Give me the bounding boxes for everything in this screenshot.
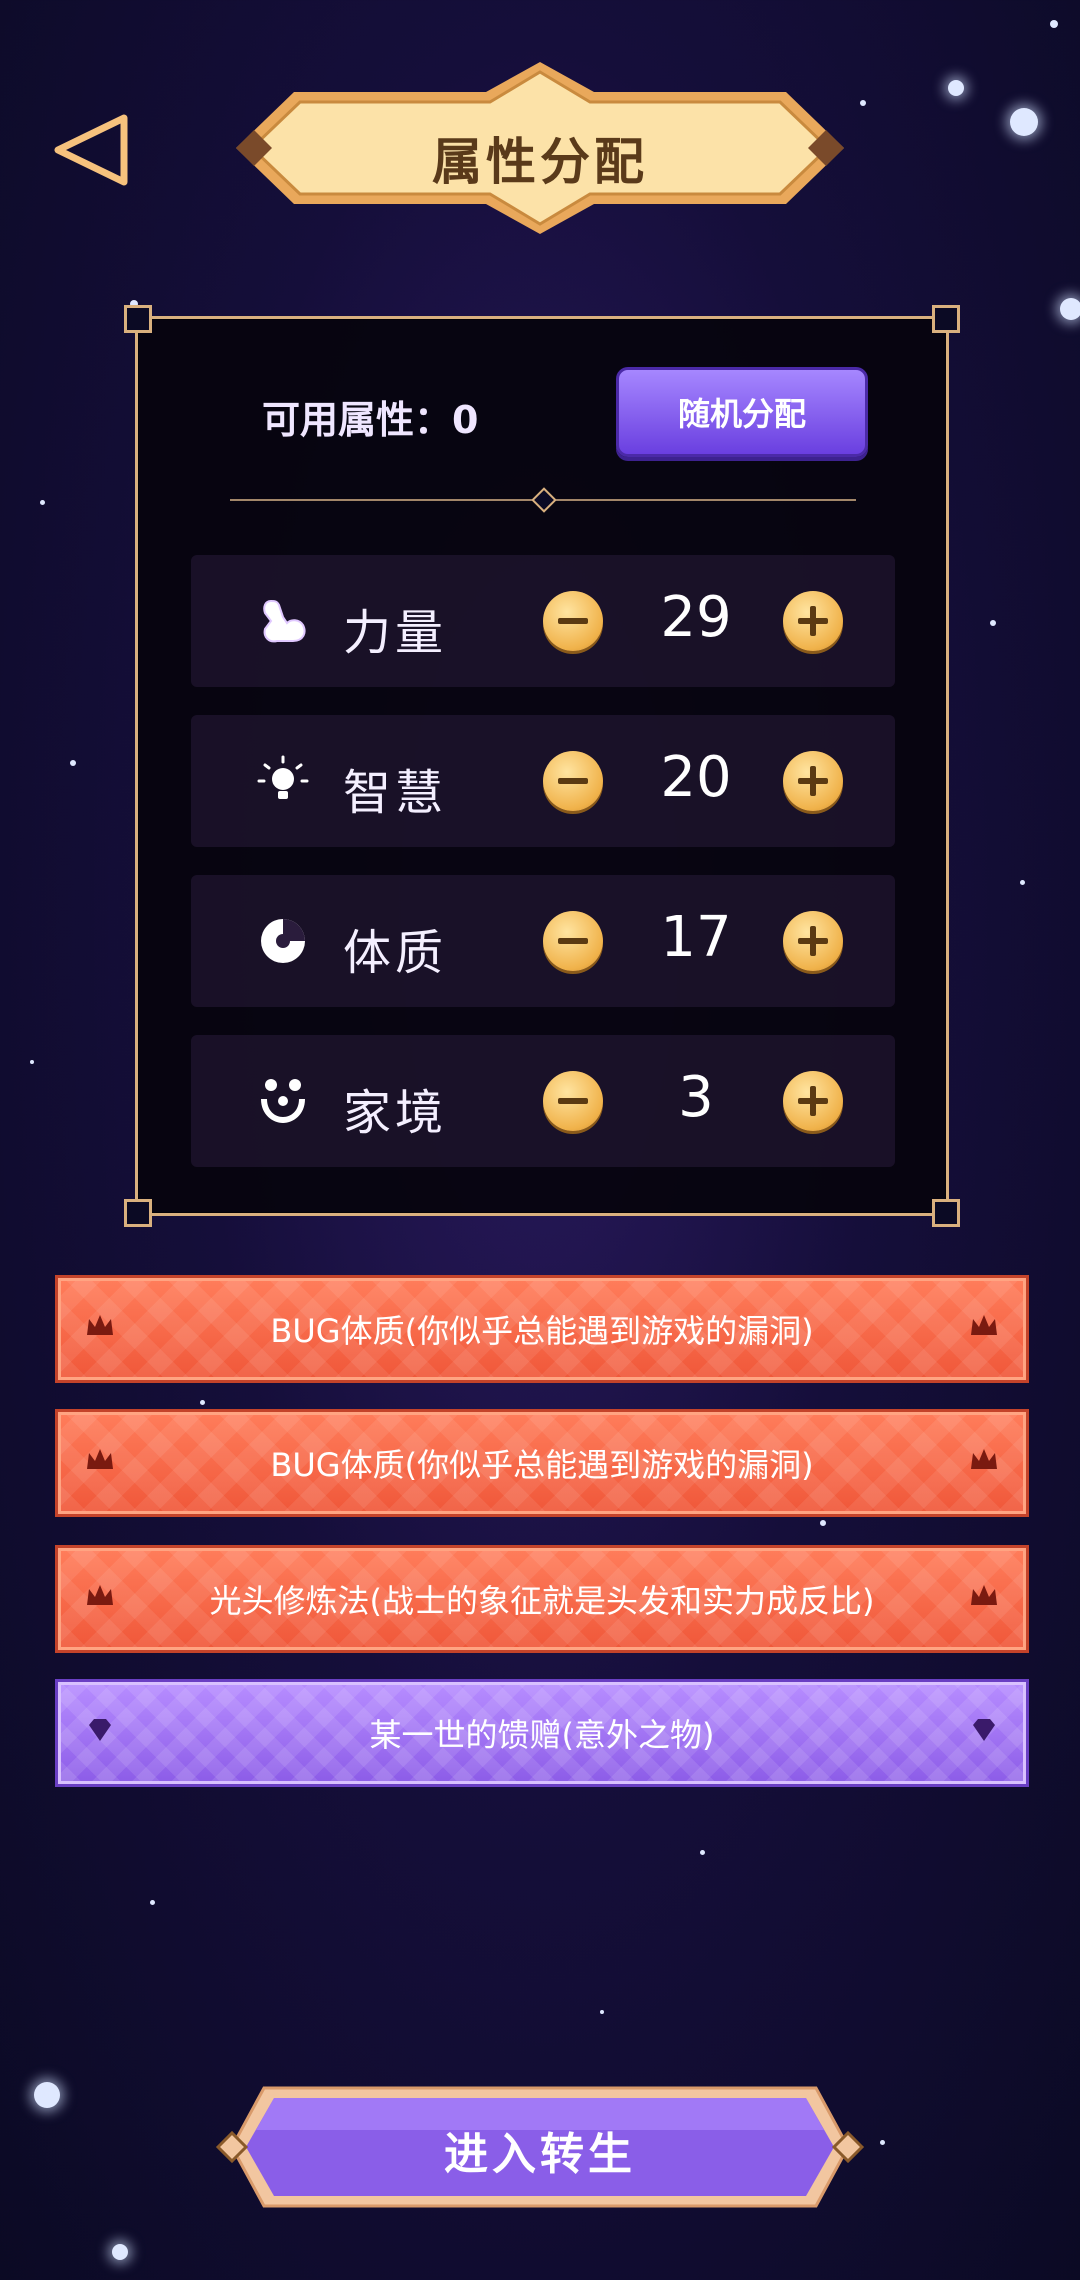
page-title: 属性分配 [432,133,648,191]
trait-item[interactable]: 光头修炼法(战士的象征就是头发和实力成反比) [58,1548,1026,1650]
crown-icon [87,1585,113,1605]
increase-button[interactable] [783,751,843,811]
attribute-panel: 可用属性：0 随机分配 力量 29 智慧 20 体质 17 家境 3 [124,305,960,1227]
enter-button-label: 进入转生 [444,2129,636,2180]
crown-icon [971,1449,997,1469]
decrease-button[interactable] [543,1071,603,1131]
crown-icon [87,1449,113,1469]
random-allocate-button[interactable]: 随机分配 [616,367,868,457]
panel-corner [932,1199,960,1227]
crown-icon [971,1315,997,1335]
panel-corner [124,1199,152,1227]
family-icon [261,1079,305,1123]
lightbulb-icon [257,755,309,799]
trait-item[interactable]: BUG体质(你似乎总能遇到游戏的漏洞) [58,1412,1026,1514]
stat-value: 17 [660,905,732,970]
muscle-icon [263,599,306,643]
stat-row-wisdom: 智慧 20 [191,715,895,847]
stat-row-family: 家境 3 [191,1035,895,1167]
increase-button[interactable] [783,591,843,651]
stat-value: 3 [678,1065,714,1130]
increase-button[interactable] [783,911,843,971]
panel-corner [124,305,152,333]
diamond-icon [89,1719,111,1741]
stat-value: 29 [660,585,732,650]
available-points-label: 可用属性：0 [262,398,479,442]
divider-ornament [531,487,557,513]
pie-chart-icon [261,919,305,963]
trait-text: BUG体质(你似乎总能遇到游戏的漏洞) [270,1312,814,1350]
stat-row-constitution: 体质 17 [191,875,895,1007]
stat-label: 体质 [343,925,448,981]
stat-label: 家境 [343,1085,448,1141]
trait-text: BUG体质(你似乎总能遇到游戏的漏洞) [270,1446,814,1484]
back-arrow-icon[interactable] [52,112,132,188]
stat-label: 智慧 [343,765,448,821]
stat-label: 力量 [343,605,448,661]
trait-text: 某一世的馈赠(意外之物) [369,1716,715,1754]
trait-item[interactable]: 某一世的馈赠(意外之物) [58,1682,1026,1784]
stat-value: 20 [660,745,732,810]
enter-rebirth-button[interactable]: 进入转生 [215,2082,865,2212]
crown-icon [971,1585,997,1605]
trait-item[interactable]: BUG体质(你似乎总能遇到游戏的漏洞) [58,1278,1026,1380]
diamond-icon [973,1719,995,1741]
title-banner: 属性分配 [220,58,860,238]
stat-row-strength: 力量 29 [191,555,895,687]
trait-text: 光头修炼法(战士的象征就是头发和实力成反比) [209,1582,875,1620]
panel-corner [932,305,960,333]
increase-button[interactable] [783,1071,843,1131]
decrease-button[interactable] [543,591,603,651]
crown-icon [87,1315,113,1335]
decrease-button[interactable] [543,911,603,971]
decrease-button[interactable] [543,751,603,811]
